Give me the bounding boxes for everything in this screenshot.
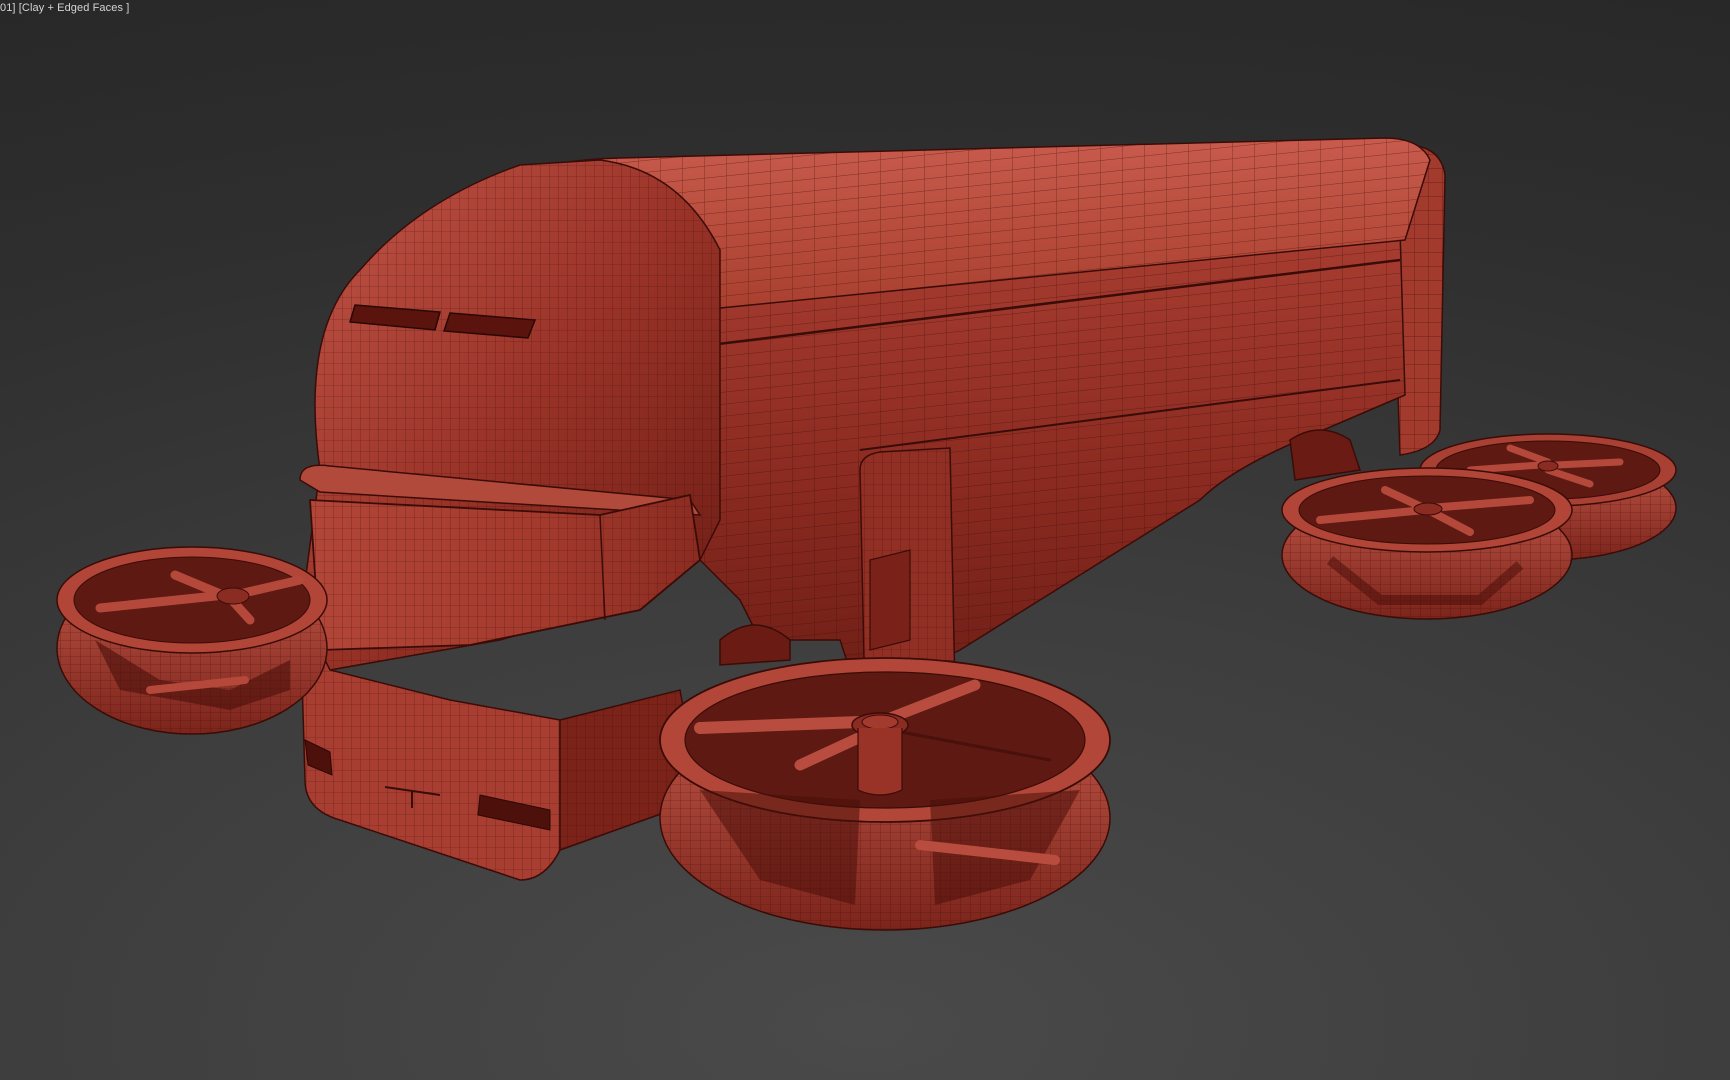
rotor-front-right[interactable] [659, 657, 1111, 931]
rotor-front-left[interactable] [56, 546, 328, 735]
rotor-rear-near[interactable] [1281, 467, 1573, 620]
scene[interactable] [0, 0, 1730, 1080]
viewport[interactable]: 01] [Clay + Edged Faces ] [0, 0, 1730, 1080]
